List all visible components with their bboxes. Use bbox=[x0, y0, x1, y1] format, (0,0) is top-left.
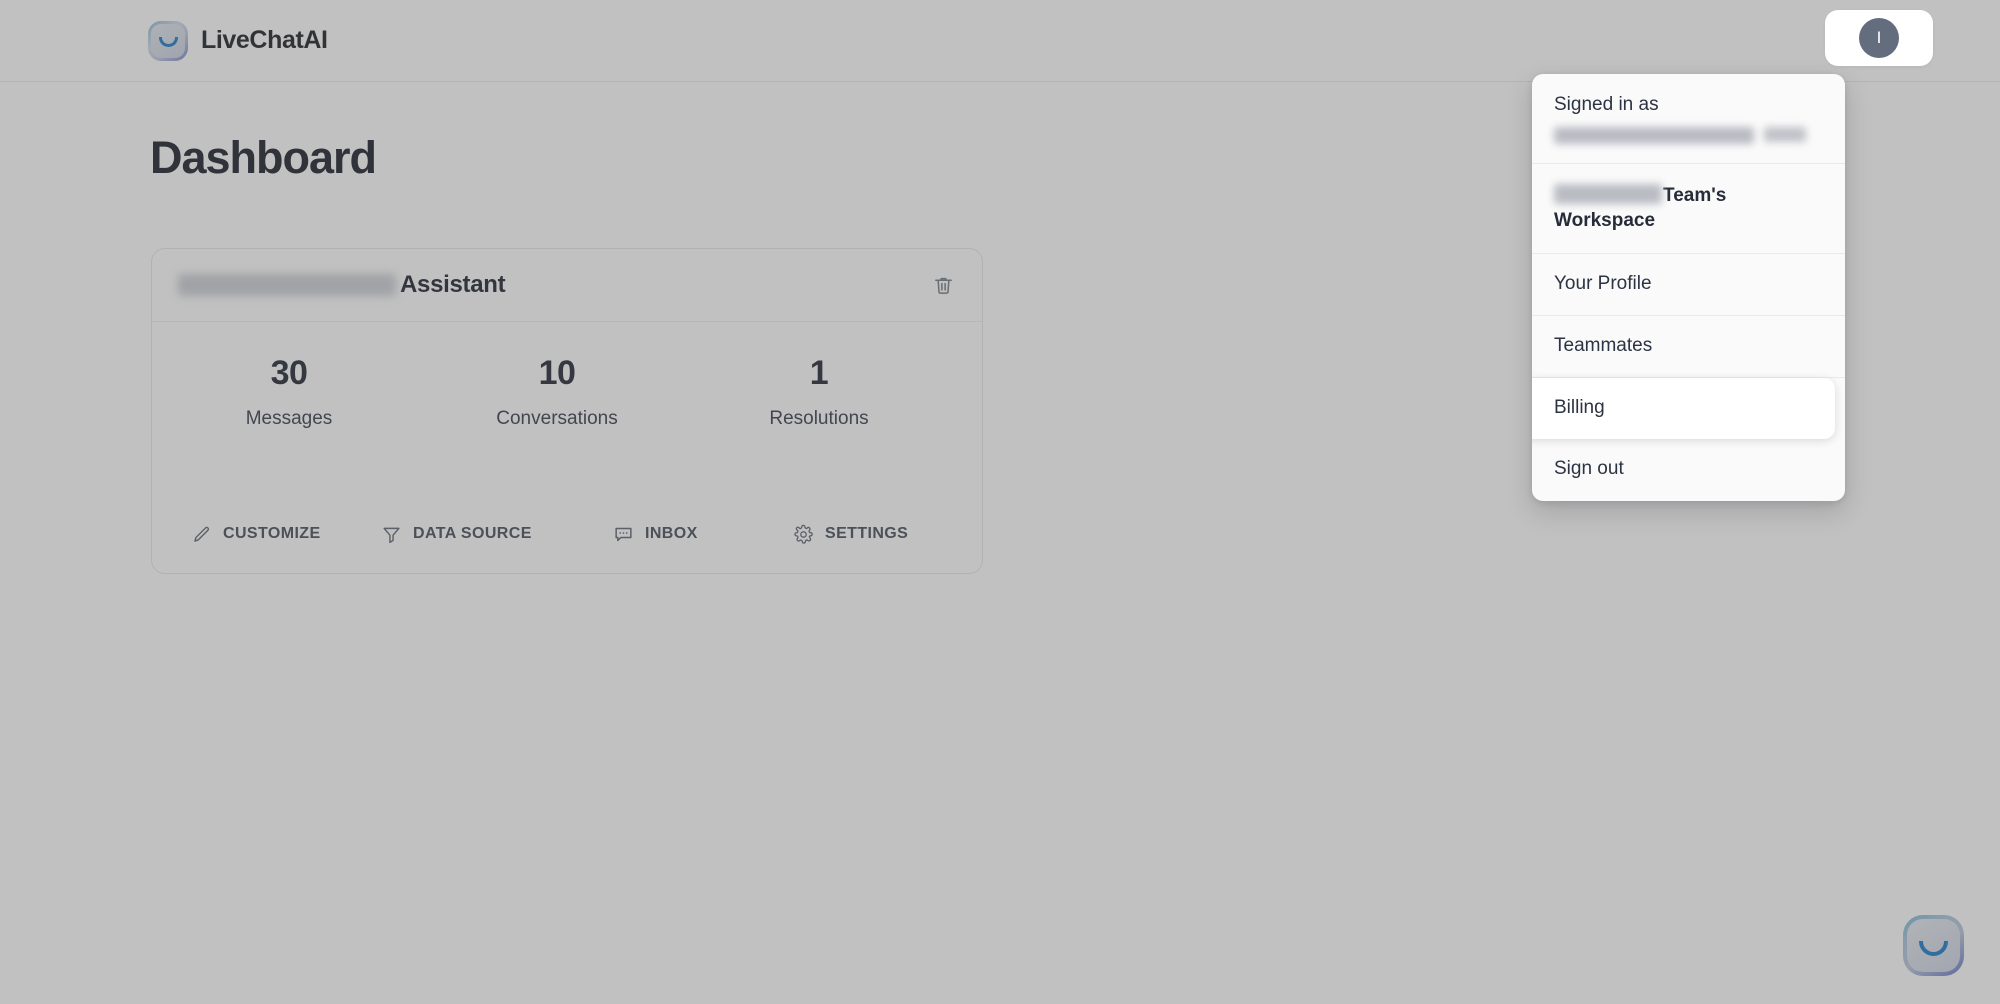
funnel-icon bbox=[380, 523, 402, 545]
action-label: INBOX bbox=[645, 525, 698, 542]
smile-curve bbox=[158, 37, 178, 47]
chat-widget-launcher[interactable] bbox=[1903, 915, 1964, 976]
menu-item-your-profile[interactable]: Your Profile bbox=[1532, 254, 1845, 316]
menu-item-sign-out[interactable]: Sign out bbox=[1532, 439, 1845, 500]
menu-item-teammates[interactable]: Teammates bbox=[1532, 316, 1845, 378]
action-label: CUSTOMIZE bbox=[223, 525, 321, 542]
stat-messages: 30 Messages bbox=[152, 354, 426, 430]
assistant-name-redacted bbox=[178, 274, 396, 296]
signed-in-email-redacted bbox=[1554, 126, 1754, 144]
signed-in-email-redacted-tail bbox=[1764, 126, 1806, 142]
page-title: Dashboard bbox=[150, 132, 377, 183]
assistant-card-header: Assistant bbox=[152, 249, 982, 322]
stat-value: 10 bbox=[538, 354, 576, 392]
assistant-card-actions: CUSTOMIZE DATA SOURCE INBOX SETTINGS bbox=[152, 523, 982, 545]
trash-icon[interactable] bbox=[930, 272, 956, 298]
menu-item-billing[interactable]: Billing bbox=[1532, 377, 1835, 440]
action-settings[interactable]: SETTINGS bbox=[792, 523, 908, 545]
action-inbox[interactable]: INBOX bbox=[612, 523, 792, 545]
workspace-section[interactable]: Team's Workspace bbox=[1532, 164, 1845, 255]
assistant-stats: 30 Messages 10 Conversations 1 Resolutio… bbox=[152, 322, 982, 430]
action-label: SETTINGS bbox=[825, 525, 909, 542]
stat-value: 1 bbox=[809, 354, 829, 392]
stat-resolutions: 1 Resolutions bbox=[688, 354, 950, 430]
livechatai-smiley-logo-icon bbox=[1919, 940, 1948, 956]
app-root: LiveChatAI Dashboard Assistant 30 Messag… bbox=[0, 0, 2000, 1004]
stat-label: Conversations bbox=[496, 407, 618, 429]
workspace-name: Team's Workspace bbox=[1554, 183, 1823, 234]
gear-icon bbox=[792, 523, 814, 545]
brand-name: LiveChatAI bbox=[201, 26, 328, 54]
stat-value: 30 bbox=[270, 354, 308, 392]
assistant-card: Assistant 30 Messages 10 Conversations 1… bbox=[151, 248, 983, 574]
chat-bubble-icon bbox=[612, 523, 634, 545]
workspace-name-redacted bbox=[1554, 183, 1662, 204]
stat-label: Resolutions bbox=[769, 407, 869, 429]
brand-logo[interactable]: LiveChatAI bbox=[148, 20, 328, 61]
top-header: LiveChatAI bbox=[0, 0, 2000, 82]
assistant-card-title: Assistant bbox=[400, 271, 506, 298]
stat-conversations: 10 Conversations bbox=[426, 354, 688, 430]
account-dropdown-menu: Signed in as Team's Workspace Your Profi… bbox=[1532, 74, 1845, 502]
account-avatar-button[interactable]: I bbox=[1825, 10, 1933, 66]
pencil-icon bbox=[190, 523, 212, 545]
avatar: I bbox=[1859, 18, 1899, 58]
action-label: DATA SOURCE bbox=[413, 525, 532, 542]
signed-in-section: Signed in as bbox=[1532, 74, 1845, 164]
signed-in-label: Signed in as bbox=[1554, 94, 1659, 115]
livechatai-smiley-logo-icon bbox=[148, 20, 188, 61]
action-customize[interactable]: CUSTOMIZE bbox=[190, 523, 380, 545]
action-data-source[interactable]: DATA SOURCE bbox=[380, 523, 612, 545]
stat-label: Messages bbox=[245, 407, 333, 429]
bottom-sheet-peek bbox=[336, 990, 1386, 1004]
